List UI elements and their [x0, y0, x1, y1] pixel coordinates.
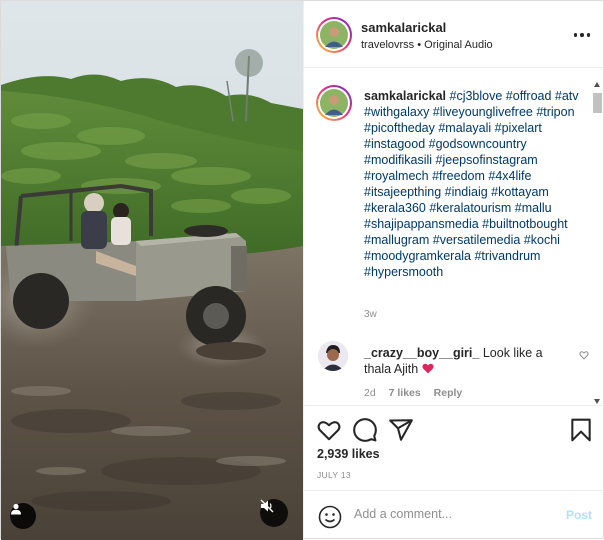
post-comment-button[interactable]: Post: [566, 508, 592, 522]
post-header: samkalarickal travelovrss • Original Aud…: [304, 1, 604, 68]
comments-list[interactable]: samkalarickal #cj3blove #offroad #atv #w…: [304, 69, 604, 404]
tagged-users-button[interactable]: [10, 503, 36, 529]
speaker-muted-icon: [260, 499, 274, 513]
post-video[interactable]: [1, 1, 303, 540]
caption-hashtags[interactable]: #cj3blove #offroad #atv #withgalaxy #liv…: [364, 89, 579, 279]
avatar[interactable]: [318, 19, 350, 51]
add-comment-bar: Post: [304, 490, 604, 540]
comment-time: 2d: [364, 387, 376, 399]
header-subline: travelovrss • Original Audio: [361, 39, 493, 51]
heart-icon: [317, 421, 341, 441]
like-button[interactable]: [316, 417, 342, 443]
smiley-icon: [318, 505, 342, 529]
emoji-picker-button[interactable]: [318, 505, 342, 529]
more-options-button[interactable]: [572, 25, 592, 45]
avatar-image: [318, 341, 348, 371]
comment-input[interactable]: [354, 507, 554, 521]
audio-link[interactable]: Original Audio: [424, 39, 493, 51]
share-icon: [389, 419, 413, 441]
subline-separator: •: [417, 39, 422, 51]
bookmark-icon: [571, 418, 591, 442]
audio-toggle-button[interactable]: [260, 499, 288, 527]
comment-meta: 2d 7 likes Reply: [364, 387, 472, 399]
scroll-down-arrow-icon[interactable]: [594, 399, 600, 404]
heart-icon: [579, 351, 589, 360]
comment-likes[interactable]: 7 likes: [389, 387, 421, 399]
post-date: JULY 13: [317, 470, 351, 480]
caption-time: 3w: [364, 309, 377, 320]
comment-username[interactable]: _crazy__boy__giri_: [364, 346, 479, 360]
video-frame-image: [1, 1, 303, 540]
comment-icon: [353, 418, 377, 442]
scroll-up-arrow-icon[interactable]: [594, 82, 600, 87]
comments-scrollbar[interactable]: [593, 82, 603, 404]
caption: samkalarickal #cj3blove #offroad #atv #w…: [364, 88, 589, 280]
reply-button[interactable]: Reply: [434, 387, 463, 399]
comment-like-button[interactable]: [579, 349, 589, 363]
comment: _crazy__boy__giri_ Look like a thala Aji…: [364, 345, 564, 377]
caption-username[interactable]: samkalarickal: [364, 89, 446, 103]
share-button[interactable]: [388, 417, 414, 443]
comment-button[interactable]: [352, 417, 378, 443]
post-dialog: samkalarickal travelovrss • Original Aud…: [0, 0, 604, 540]
comment-avatar[interactable]: [318, 341, 348, 371]
red-heart-icon: [422, 363, 434, 374]
person-icon: [11, 503, 21, 515]
save-button[interactable]: [568, 417, 594, 443]
post-details-panel: samkalarickal travelovrss • Original Aud…: [303, 1, 604, 540]
avatar-image: [320, 21, 348, 49]
avatar-image: [320, 89, 348, 117]
location-link[interactable]: travelovrss: [361, 39, 414, 51]
caption-avatar[interactable]: [318, 87, 350, 119]
likes-count[interactable]: 2,939 likes: [317, 447, 380, 461]
header-username[interactable]: samkalarickal: [361, 20, 446, 35]
more-horizontal-icon: [573, 33, 578, 37]
scroll-thumb[interactable]: [593, 93, 602, 113]
